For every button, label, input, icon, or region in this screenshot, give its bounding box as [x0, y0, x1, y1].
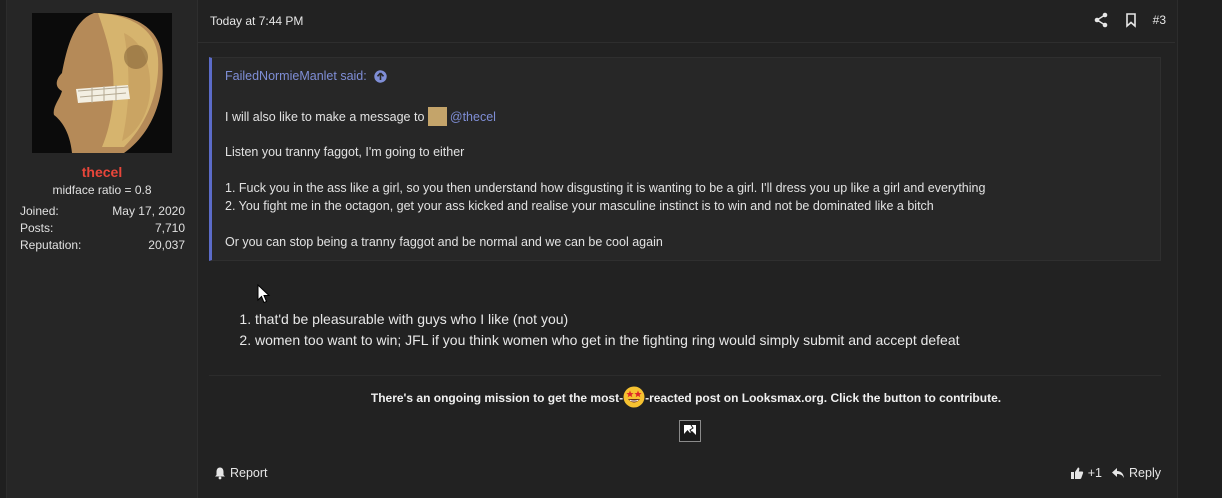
reply-arrow-icon [1112, 468, 1125, 478]
stat-joined: Joined: May 17, 2020 [20, 203, 185, 220]
quote-line: Listen you tranny faggot, I'm going to e… [225, 145, 465, 159]
report-label: Report [230, 466, 268, 480]
post-header: Today at 7:44 PM #3 [197, 0, 1175, 43]
quote-text: I will also like to make a message to [225, 110, 425, 124]
divider [209, 375, 1161, 376]
avatar[interactable] [32, 13, 172, 153]
post-container: thecel midface ratio = 0.8 Joined: May 1… [6, 0, 1178, 498]
reply-button[interactable]: Reply [1111, 466, 1161, 480]
like-button[interactable]: +1 [1070, 466, 1102, 480]
quote-line: 1. Fuck you in the ass like a girl, so y… [225, 181, 986, 195]
stat-label: Posts: [20, 221, 54, 235]
list-item: women too want to win; JFL if you think … [255, 330, 960, 351]
star-struck-emoji-icon [623, 386, 645, 408]
mission-text-before: There's an ongoing mission to get the mo… [370, 391, 624, 405]
like-count: +1 [1087, 466, 1102, 480]
reply-list: that'd be pleasurable with guys who I li… [235, 309, 960, 351]
quote-line: 2. You fight me in the octagon, get your… [225, 199, 934, 213]
bookmark-icon[interactable] [1123, 12, 1139, 28]
broken-image-icon [684, 424, 696, 437]
mention-link[interactable]: @thecel [450, 110, 496, 124]
report-button[interactable]: Report [213, 466, 268, 480]
stat-label: Joined: [20, 204, 59, 218]
reply-label: Reply [1129, 466, 1161, 480]
quote-block: FailedNormieManlet said: I will also lik… [209, 57, 1161, 261]
contribute-button[interactable] [679, 420, 701, 442]
list-item: that'd be pleasurable with guys who I li… [255, 309, 960, 330]
post-footer: Report +1 Reply [197, 458, 1175, 488]
stat-value: May 17, 2020 [112, 204, 185, 218]
user-title: midface ratio = 0.8 [52, 183, 152, 197]
user-stats: Joined: May 17, 2020 Posts: 7,710 Reputa… [20, 203, 185, 254]
arrow-up-circle-icon [374, 69, 387, 83]
mission-banner: There's an ongoing mission to get the mo… [197, 386, 1175, 408]
avatar-image [32, 13, 172, 153]
mention-avatar [427, 107, 447, 126]
post-number[interactable]: #3 [1153, 13, 1166, 27]
stat-label: Reputation: [20, 238, 82, 252]
stat-posts: Posts: 7,710 [20, 220, 185, 237]
user-sidebar: thecel midface ratio = 0.8 Joined: May 1… [7, 0, 198, 498]
stat-value: 7,710 [154, 221, 185, 235]
mission-text-after: -reacted post on Looksmax.org. Click the… [645, 391, 1002, 405]
post-header-actions: #3 [1093, 12, 1166, 28]
thumbs-up-icon [1070, 467, 1083, 479]
stat-reputation: Reputation: 20,037 [20, 237, 185, 254]
username[interactable]: thecel [7, 164, 197, 180]
share-icon[interactable] [1093, 12, 1109, 28]
quote-line: Or you can stop being a tranny faggot an… [225, 235, 663, 249]
bell-icon [215, 467, 225, 480]
quote-author: FailedNormieManlet said: [225, 69, 367, 83]
mouse-cursor-icon [257, 284, 271, 304]
quote-author-link[interactable]: FailedNormieManlet said: [225, 69, 387, 83]
post-main: Today at 7:44 PM #3 FailedNormieManlet s… [197, 0, 1175, 498]
quote-line: I will also like to make a message to @t… [225, 107, 985, 126]
quote-body: I will also like to make a message to @t… [225, 107, 985, 251]
stat-value: 20,037 [148, 238, 185, 252]
post-date[interactable]: Today at 7:44 PM [210, 14, 303, 28]
